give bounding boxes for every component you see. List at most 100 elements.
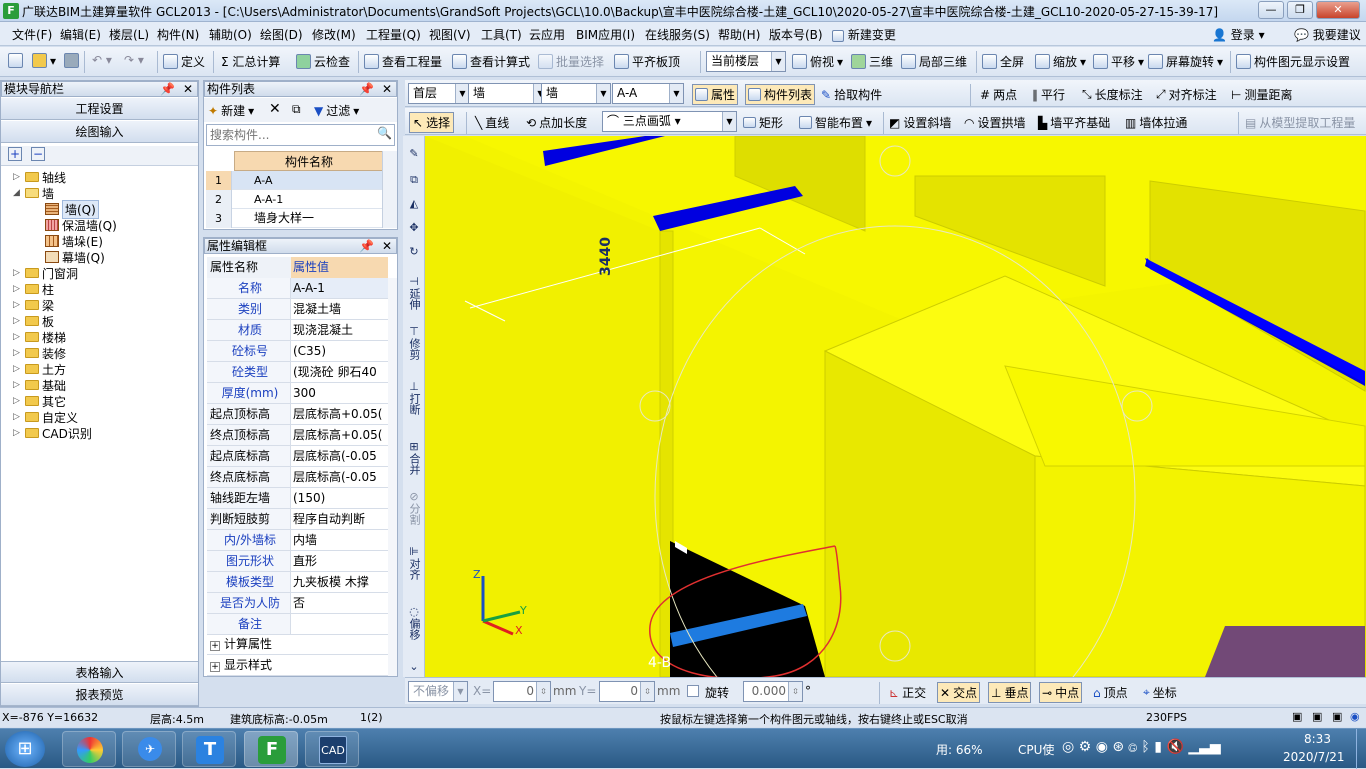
tree-item-curtain-wall[interactable]: 幕墙(Q) — [45, 249, 198, 265]
property-row[interactable]: 类别 混凝土墙 — [207, 299, 388, 320]
display-settings-button[interactable]: 构件图元显示设置 — [1236, 53, 1350, 70]
tree-item-stairs[interactable]: ▷ 楼梯 — [13, 329, 198, 345]
snap-vertex-button[interactable]: ⌂ 顶点 — [1093, 684, 1128, 701]
extend-tool[interactable]: ⊣ 延伸 — [405, 276, 423, 313]
tree-item-other[interactable]: ▷ 其它 — [13, 393, 198, 409]
menu-modify[interactable]: 修改(M) — [312, 26, 356, 43]
component-select[interactable]: A-A ▼ — [612, 83, 684, 104]
property-row[interactable]: 轴线距左墙 (150) — [207, 488, 388, 509]
y-coordinate-input[interactable]: 0 ⇳ — [599, 681, 655, 702]
snap-orthogonal-button[interactable]: ⊾ 正交 — [889, 684, 926, 701]
local-3d-button[interactable]: 局部三维 — [901, 53, 967, 70]
property-row[interactable]: 厚度(mm) 300 — [207, 383, 388, 404]
tree-item-insulation-wall[interactable]: 保温墙(Q) — [45, 217, 198, 233]
batch-select-button[interactable]: 批量选择 — [538, 53, 604, 70]
start-button[interactable]: ⊞ — [5, 731, 45, 767]
tree-item-column[interactable]: ▷ 柱 — [13, 281, 198, 297]
property-value[interactable]: 层底标高+0.05( — [293, 425, 388, 445]
parallel-button[interactable]: ∥ 平行 — [1032, 86, 1065, 103]
scroll-down-icon[interactable]: ⌄ — [405, 661, 423, 673]
close-icon[interactable]: ✕ — [183, 82, 193, 96]
rotate-tool-icon[interactable]: ↻ — [405, 246, 423, 258]
view-formula-button[interactable]: 查看计算式 — [452, 53, 530, 70]
save-button[interactable] — [64, 53, 79, 68]
component-list-toggle-button[interactable]: 构件列表 — [745, 84, 816, 105]
menu-view[interactable]: 视图(V) — [429, 26, 471, 43]
property-row[interactable]: 起点底标高 层底标高(-0.05 — [207, 446, 388, 467]
split-tool[interactable]: ⊘ 分割 — [405, 491, 423, 528]
pin-icon[interactable]: 📌 — [160, 82, 175, 96]
tree-item-slab[interactable]: ▷ 板 — [13, 313, 198, 329]
filter-button[interactable]: ▼ 过滤 ▾ — [314, 102, 359, 119]
expand-all-icon[interactable]: + — [8, 147, 22, 161]
report-preview-button[interactable]: 报表预览 — [1, 684, 198, 706]
tree-item-door-window[interactable]: ▷ 门窗洞 — [13, 265, 198, 281]
merge-tool[interactable]: ⊞ 合并 — [405, 441, 423, 478]
tree-item-wall-q[interactable]: 墙(Q) — [45, 199, 198, 219]
tree-item-decoration[interactable]: ▷ 装修 — [13, 345, 198, 361]
length-dim-button[interactable]: ⤡ 长度标注 — [1082, 86, 1143, 103]
taskbar-app-cad[interactable]: CAD — [305, 731, 359, 767]
component-list-scrollbar[interactable] — [382, 151, 397, 228]
menu-draw[interactable]: 绘图(D) — [260, 26, 303, 43]
two-points-button[interactable]: # 两点 — [980, 86, 1017, 103]
menu-floor[interactable]: 楼层(L) — [109, 26, 149, 43]
mirror-icon[interactable]: ◭ — [405, 198, 423, 210]
align-tool[interactable]: ⊫ 对齐 — [405, 546, 423, 583]
login-button[interactable]: 👤 登录 ▾ — [1212, 26, 1265, 43]
new-change-button[interactable]: 新建变更 — [832, 26, 896, 43]
properties-toggle-button[interactable]: 属性 — [692, 84, 739, 105]
snap-intersection-button[interactable]: ✕ 交点 — [937, 682, 981, 703]
status-icon[interactable]: ▣ — [1312, 710, 1322, 723]
draw-input-button[interactable]: 绘图输入 — [1, 121, 198, 143]
view-quantity-button[interactable]: 查看工程量 — [364, 53, 442, 70]
property-value[interactable]: 内墙 — [293, 530, 388, 550]
select-button[interactable]: ↖ 选择 — [409, 112, 455, 133]
rotate-checkbox[interactable] — [687, 685, 699, 697]
taskbar-app-browser[interactable] — [62, 731, 116, 767]
property-row[interactable]: 砼类型 (现浇砼 卵石40 — [207, 362, 388, 383]
tree-item-axis[interactable]: ▷ 轴线 — [13, 169, 198, 185]
project-settings-button[interactable]: 工程设置 — [1, 98, 198, 120]
pin-icon[interactable]: 📌 — [359, 239, 374, 253]
property-value[interactable]: (C35) — [293, 341, 388, 361]
table-row[interactable]: 2 A-A-1 — [206, 190, 384, 209]
property-value[interactable]: 300 — [293, 383, 388, 403]
property-row[interactable]: 材质 现浇混凝土 — [207, 320, 388, 341]
tree-item-custom[interactable]: ▷ 自定义 — [13, 409, 198, 425]
pin-icon[interactable]: 📌 — [359, 82, 374, 96]
smart-layout-button[interactable]: 智能布置 ▾ — [799, 114, 872, 131]
property-value[interactable]: 九夹板模 木撑 — [293, 572, 388, 592]
delete-icon[interactable]: ✕ — [269, 101, 281, 117]
x-coordinate-input[interactable]: 0 ⇳ — [493, 681, 551, 702]
tree-item-wall[interactable]: ◢ 墙 — [13, 185, 198, 201]
property-scrollbar[interactable] — [388, 278, 397, 676]
top-view-button[interactable]: 俯视 ▾ — [792, 53, 843, 70]
status-icon[interactable]: ▣ — [1292, 710, 1302, 723]
align-dim-button[interactable]: ⤢ 对齐标注 — [1156, 86, 1217, 103]
search-icon[interactable]: 🔍 — [377, 126, 392, 140]
rectangle-button[interactable]: 矩形 — [743, 114, 783, 131]
pencil-icon[interactable]: ✎ — [405, 148, 423, 160]
table-row[interactable]: 1 A-A — [206, 171, 384, 190]
tree-item-foundation[interactable]: ▷ 基础 — [13, 377, 198, 393]
property-value[interactable]: (150) — [293, 488, 388, 508]
wall-stretch-button[interactable]: ▥ 墙体拉通 — [1125, 114, 1187, 131]
offset-mode-select[interactable]: 不偏移 ▼ — [408, 681, 468, 702]
property-row[interactable]: 名称 A-A-1 — [207, 278, 388, 299]
new-file-button[interactable] — [8, 53, 23, 68]
copy-icon[interactable]: ⧉ — [292, 102, 301, 117]
tree-item-wall-pier[interactable]: 墙垛(E) — [45, 233, 198, 249]
measure-distance-button[interactable]: ⊢ 测量距离 — [1231, 86, 1292, 103]
property-value[interactable]: (现浇砼 卵石40 — [293, 362, 388, 382]
property-value[interactable]: 层底标高+0.05( — [293, 404, 388, 424]
break-tool[interactable]: ⊥ 打断 — [405, 381, 423, 418]
property-row[interactable]: 终点底标高 层底标高(-0.05 — [207, 467, 388, 488]
snap-coordinate-button[interactable]: ⌖ 坐标 — [1143, 684, 1177, 701]
property-value[interactable]: 直形 — [293, 551, 388, 571]
menu-file[interactable]: 文件(F) — [12, 26, 52, 43]
status-icon[interactable]: ▣ — [1332, 710, 1342, 723]
tray-icons[interactable]: ◎ ⚙ ◉ ⊛ Ⓖ ᛒ ▮ 🔇 ▁▃▅ — [1062, 739, 1221, 755]
menu-component[interactable]: 构件(N) — [157, 26, 199, 43]
snap-perpendicular-button[interactable]: ⊥ 垂点 — [988, 682, 1032, 703]
